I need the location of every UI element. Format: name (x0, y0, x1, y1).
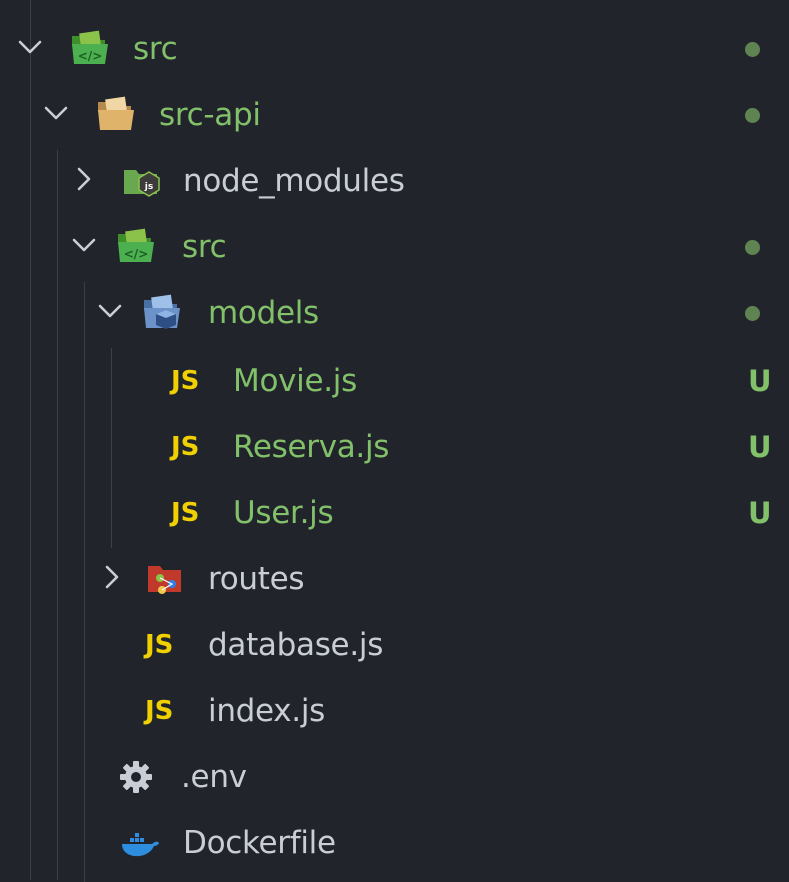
javascript-file-icon: JS (145, 696, 174, 726)
git-modified-dot (745, 240, 760, 255)
git-status-untracked: U (748, 430, 772, 464)
folder-models-icon (144, 294, 180, 329)
svg-text:</>: </> (78, 49, 103, 63)
tree-item-label: Reserva.js (233, 429, 390, 465)
chevron-right-icon (77, 167, 91, 191)
javascript-file-icon: JS (145, 630, 174, 660)
tree-item-label: routes (208, 561, 305, 597)
folder-routes-icon (148, 566, 181, 594)
tree-item-label: Dockerfile (183, 825, 336, 861)
tree-item-index-js[interactable]: JS index.js (0, 678, 789, 744)
tree-item-label: src (182, 229, 227, 265)
chevron-down-icon (18, 40, 42, 54)
javascript-file-icon: JS (171, 366, 200, 396)
folder-src-open-icon: </> (72, 30, 108, 64)
tree-item-movie-js[interactable]: JS Movie.js U (0, 348, 789, 414)
tree-item-label: .env (181, 759, 247, 795)
tree-item-label: src (133, 31, 178, 67)
tree-item-label: models (208, 295, 319, 331)
chevron-down-icon (98, 304, 122, 318)
svg-text:js: js (144, 182, 153, 192)
git-status-untracked: U (748, 364, 772, 398)
folder-node-icon: js (124, 170, 160, 197)
chevron-right-icon (105, 565, 119, 589)
javascript-file-icon: JS (171, 498, 200, 528)
tree-item-label: node_modules (183, 163, 405, 199)
chevron-down-icon (72, 238, 96, 252)
file-explorer-tree: </> src src-api js node_modules </> src … (0, 0, 789, 882)
tree-item-models[interactable]: models (0, 280, 789, 346)
tree-item-label: database.js (208, 627, 384, 663)
tree-item-src-api[interactable]: src-api (0, 82, 789, 148)
git-modified-dot (745, 108, 760, 123)
gear-icon (120, 761, 152, 793)
tree-item-node-modules[interactable]: js node_modules (0, 148, 789, 214)
docker-icon (122, 833, 159, 857)
tree-item-user-js[interactable]: JS User.js U (0, 480, 789, 546)
tree-item-reserva-js[interactable]: JS Reserva.js U (0, 414, 789, 480)
git-status-untracked: U (748, 496, 772, 530)
chevron-down-icon (44, 106, 68, 120)
tree-item-database-js[interactable]: JS database.js (0, 612, 789, 678)
tree-item-src[interactable]: </> src (0, 214, 789, 280)
tree-item-label: index.js (208, 693, 326, 729)
folder-src-open-icon: </> (118, 228, 154, 262)
tree-item-label: User.js (233, 495, 334, 531)
tree-item-label: Movie.js (233, 363, 357, 399)
folder-open-icon (98, 96, 134, 130)
tree-item-label: src-api (159, 97, 261, 133)
tree-item-env[interactable]: .env (0, 744, 789, 810)
git-modified-dot (745, 306, 760, 321)
tree-item-dockerfile[interactable]: Dockerfile (0, 810, 789, 876)
git-modified-dot (745, 42, 760, 57)
tree-item-src-root[interactable]: </> src (0, 16, 789, 82)
tree-item-routes[interactable]: routes (0, 546, 789, 612)
javascript-file-icon: JS (171, 432, 200, 462)
svg-text:</>: </> (124, 247, 149, 261)
